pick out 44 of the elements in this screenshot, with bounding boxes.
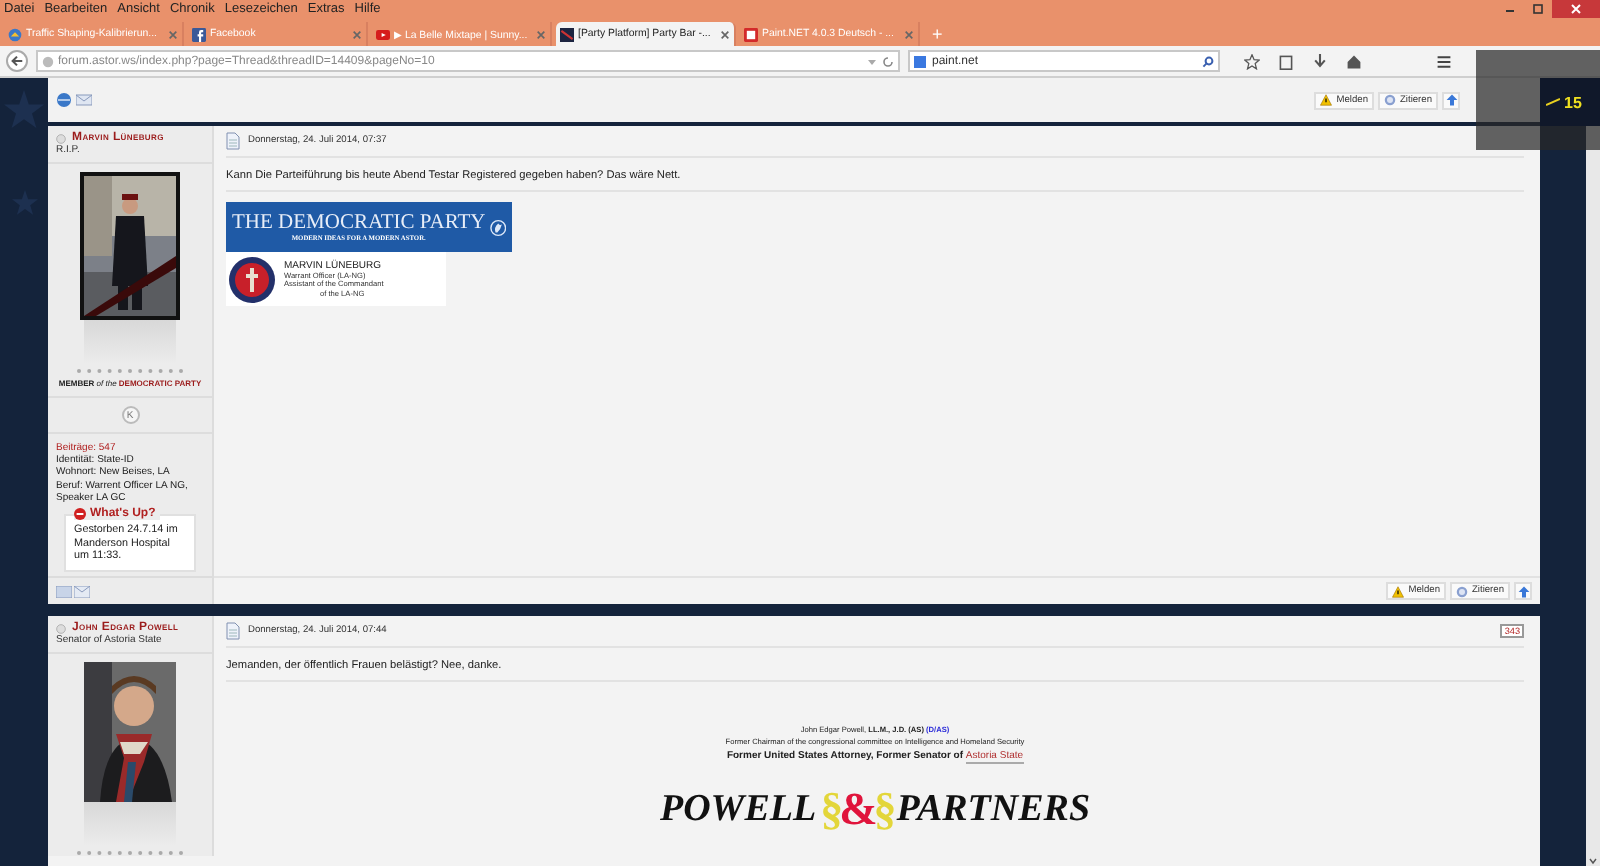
quote-icon xyxy=(1456,585,1468,597)
warning-icon xyxy=(1320,94,1333,106)
mail-icon[interactable] xyxy=(76,92,92,108)
search-icon[interactable] xyxy=(1202,55,1214,67)
line-icon xyxy=(1546,98,1560,106)
logo-mark: §&§ xyxy=(820,784,893,836)
back-arrow-icon xyxy=(10,54,24,68)
warning-icon xyxy=(1392,585,1405,597)
dropdown-icon[interactable] xyxy=(866,55,878,67)
mail-icon[interactable] xyxy=(74,585,90,597)
close-icon[interactable] xyxy=(352,29,362,39)
banner-title: THE DEMOCRATIC PARTY xyxy=(232,212,486,234)
facebook-icon xyxy=(192,27,206,41)
scroll-up-button[interactable] xyxy=(1514,582,1532,600)
close-icon[interactable] xyxy=(536,29,546,39)
video-icon xyxy=(376,27,390,41)
back-button[interactable] xyxy=(6,50,28,72)
paint-icon xyxy=(744,27,758,41)
seal-icon xyxy=(228,255,276,303)
offline-icon xyxy=(56,623,66,633)
quote-icon xyxy=(1384,94,1396,106)
site-icon xyxy=(42,55,54,67)
close-icon[interactable] xyxy=(720,29,730,39)
scroll-up-button[interactable] xyxy=(1442,91,1460,109)
counter: 15 xyxy=(1564,93,1582,111)
flag-icon xyxy=(560,27,574,41)
download-icon[interactable] xyxy=(1312,53,1328,69)
logo-text: POWELL xyxy=(659,788,817,832)
close-icon[interactable] xyxy=(1552,0,1600,18)
rank-dots-drawing xyxy=(74,368,186,374)
logo-text: PARTNERS xyxy=(896,788,1091,832)
scroll-down-icon[interactable] xyxy=(1588,856,1598,866)
reload-icon[interactable] xyxy=(882,55,894,67)
search-engine-icon[interactable] xyxy=(914,55,926,67)
star-icon[interactable] xyxy=(1244,53,1260,69)
clipboard-icon[interactable] xyxy=(1278,53,1294,69)
rank-dots-drawing xyxy=(74,850,186,856)
document-icon xyxy=(226,132,240,150)
offline-icon xyxy=(56,133,66,143)
home-icon[interactable] xyxy=(1346,53,1362,69)
document-icon xyxy=(226,622,240,640)
close-icon[interactable] xyxy=(168,29,178,39)
menu-icon[interactable] xyxy=(1436,53,1452,69)
close-icon[interactable] xyxy=(904,29,914,39)
